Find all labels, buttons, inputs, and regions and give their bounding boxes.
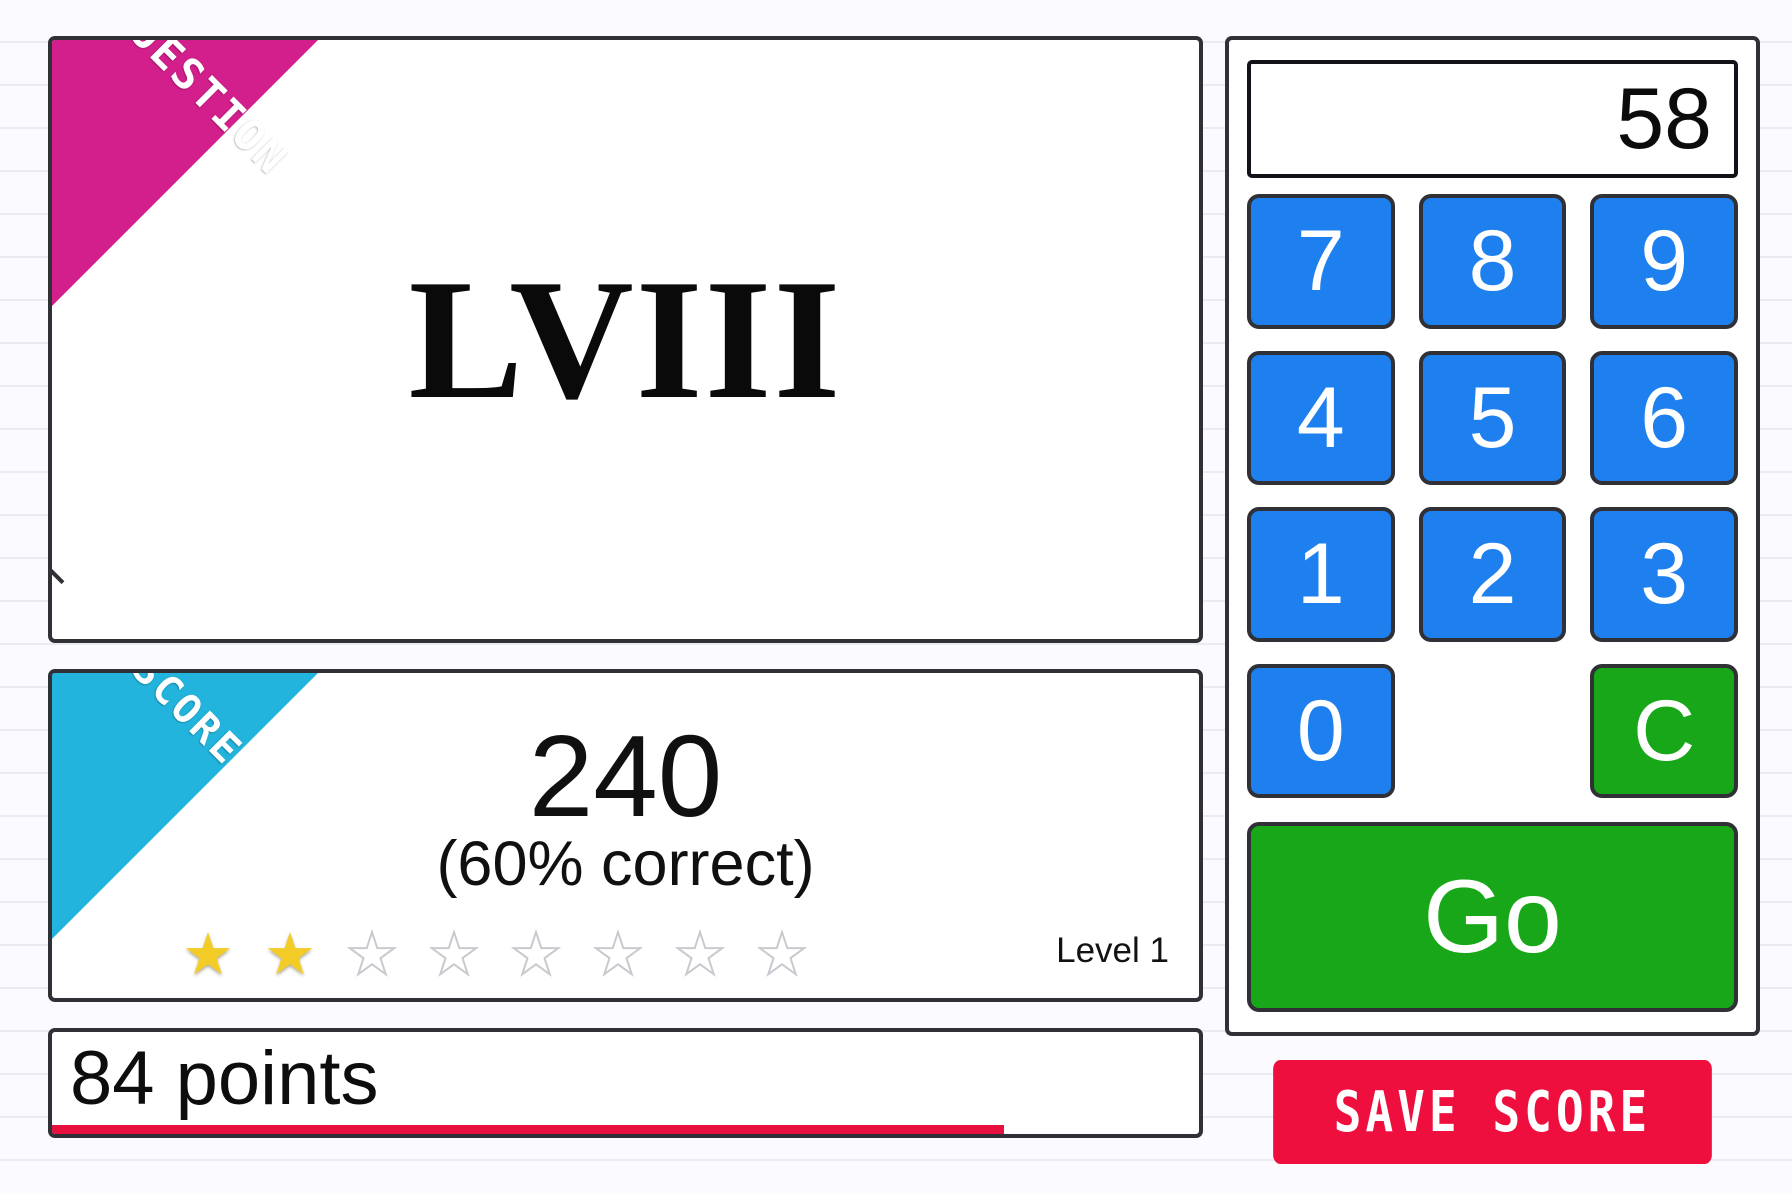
points-progress-fill — [52, 1125, 1004, 1134]
points-text: 84 points — [70, 1036, 379, 1121]
question-text: LVIII — [408, 244, 843, 435]
calculator-display-value: 58 — [1616, 71, 1712, 167]
key-0[interactable]: 0 — [1247, 663, 1395, 798]
question-ribbon-label: QUESTION — [98, 36, 298, 186]
quiz-app-root: QUESTION LVIII SCORE 240 (60% correct) ★… — [0, 0, 1792, 1194]
star-2-filled: ★ — [264, 922, 316, 987]
calculator-keypad: 789 456 123 0 C — [1247, 194, 1738, 798]
key-4[interactable]: 4 — [1247, 350, 1395, 485]
key-1[interactable]: 1 — [1247, 507, 1395, 642]
question-card: QUESTION LVIII — [48, 36, 1203, 643]
calculator-display[interactable]: 58 — [1247, 60, 1738, 178]
score-ribbon-label: SCORE — [122, 669, 252, 775]
key-clear[interactable]: C — [1590, 663, 1738, 798]
calculator-panel: 58 789 456 123 0 C Go — [1225, 36, 1760, 1036]
score-accuracy: (60% correct) — [436, 829, 815, 900]
star-6-empty: ★ — [591, 922, 645, 987]
score-card: SCORE 240 (60% correct) ★ ★ ★ ★ ★ ★ ★ ★ Level 1 — [48, 669, 1203, 1002]
score-ribbon-fill — [52, 673, 320, 941]
right-column: 58 789 456 123 0 C Go SAVE SCORE — [1225, 36, 1760, 1168]
star-4-empty: ★ — [427, 922, 481, 987]
save-score-button[interactable]: SAVE SCORE — [1273, 1060, 1712, 1164]
key-2[interactable]: 2 — [1418, 507, 1567, 642]
key-5[interactable]: 5 — [1418, 350, 1567, 485]
score-value: 240 — [528, 711, 723, 841]
go-button[interactable]: Go — [1247, 822, 1738, 1012]
key-3[interactable]: 3 — [1590, 507, 1738, 642]
star-1-filled: ★ — [182, 922, 234, 987]
key-6[interactable]: 6 — [1590, 350, 1738, 485]
question-ribbon-fill — [52, 40, 320, 308]
points-progress-track — [52, 1125, 1199, 1134]
key-9[interactable]: 9 — [1590, 194, 1738, 329]
left-column: QUESTION LVIII SCORE 240 (60% correct) ★… — [48, 36, 1203, 1168]
star-8-empty: ★ — [755, 922, 809, 987]
star-rating: ★ ★ ★ ★ ★ ★ ★ ★ Level 1 — [52, 922, 1199, 987]
points-bar: 84 points — [48, 1028, 1203, 1138]
star-5-empty: ★ — [509, 922, 563, 987]
key-7[interactable]: 7 — [1247, 194, 1395, 329]
level-label: Level 1 — [1056, 931, 1169, 970]
key-blank — [1419, 664, 1567, 799]
key-8[interactable]: 8 — [1418, 194, 1567, 329]
question-ribbon-edge — [52, 298, 65, 585]
star-7-empty: ★ — [673, 922, 727, 987]
star-3-empty: ★ — [345, 922, 399, 987]
